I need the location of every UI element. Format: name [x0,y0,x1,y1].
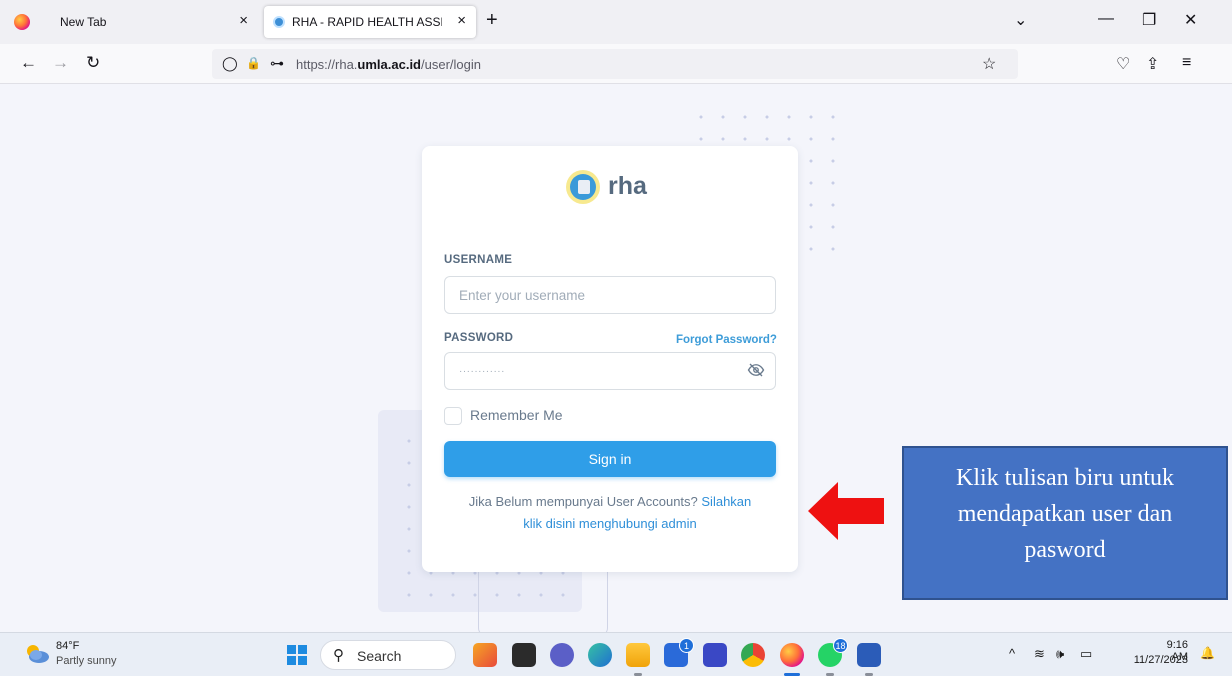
back-button[interactable]: ← [20,53,37,73]
word-app-icon[interactable] [857,643,881,667]
firefox-app-icon[interactable] [780,643,804,667]
page-content: rha USERNAME Enter your username PASSWOR… [0,84,1232,636]
key-icon[interactable]: ⊶ [270,55,284,72]
editor-app-icon[interactable] [703,643,727,667]
notifications-bell-icon[interactable]: 🔔 [1200,646,1215,660]
folder-app-icon[interactable] [626,643,650,667]
browser-tab-bar: New Tab × RHA - RAPID HEALTH ASSESSMENT … [0,0,1232,44]
url-text[interactable]: https://rha.umla.ac.id/user/login [296,57,481,72]
tab-close-icon[interactable]: × [457,12,466,29]
search-icon: ⚲ [333,647,344,664]
pocket-icon[interactable]: ♡ [1116,54,1130,74]
tab-title: New Tab [60,15,107,29]
tab-new-tab[interactable]: New Tab × [46,6,258,38]
tab-title: RHA - RAPID HEALTH ASSESSMENT [292,15,442,29]
password-value: ············ [459,366,505,377]
bookmark-star-icon[interactable]: ☆ [982,54,996,74]
register-info-text: Jika Belum mempunyai User Accounts? [468,494,698,509]
list-all-tabs-icon[interactable]: ⌄ [1014,10,1027,30]
browser-nav-bar: ← → ↻ ◯ 🔒 ⊶ https://rha.umla.ac.id/user/… [0,44,1232,84]
instruction-text: Klik tulisan biru untuk mendapatkan user… [956,465,1174,563]
extensions-icon[interactable]: ⇪ [1146,54,1159,74]
password-label: PASSWORD [444,332,514,344]
weather-temperature[interactable]: 84°F [56,640,79,652]
taskbar-search[interactable]: ⚲ Search [320,640,456,670]
menu-icon[interactable]: ≡ [1182,54,1191,72]
meet-app-icon[interactable] [550,643,574,667]
chrome-app-icon[interactable] [741,643,765,667]
instruction-note: Klik tulisan biru untuk mendapatkan user… [902,446,1228,600]
weather-description[interactable]: Partly sunny [56,655,117,667]
clock-date[interactable]: 11/27/2023 [1128,654,1188,666]
forward-button[interactable]: → [52,53,69,73]
url-bar[interactable]: ◯ 🔒 ⊶ https://rha.umla.ac.id/user/login … [212,49,1018,79]
rha-logo-icon [566,170,600,204]
wifi-icon[interactable]: ≋ [1034,646,1045,662]
password-input[interactable]: ············ [444,352,776,390]
register-info-line-1: Jika Belum mempunyai User Accounts? Sila… [422,494,798,509]
forgot-password-link[interactable]: Forgot Password? [676,334,777,346]
show-hidden-icons-chevron-icon[interactable]: ^ [1009,646,1015,661]
widgets-app-icon[interactable] [473,643,497,667]
close-window-button[interactable]: ✕ [1184,10,1197,30]
firefox-logo-icon[interactable] [14,14,30,30]
new-tab-button[interactable]: + [486,9,498,32]
register-info-line-2: klik disini menghubungi admin [422,516,798,531]
remember-me-label[interactable]: Remember Me [470,407,563,423]
contact-admin-link[interactable]: klik disini menghubungi admin [523,516,696,531]
partly-sunny-icon[interactable] [24,642,50,664]
brand-name: rha [608,172,647,200]
windows-taskbar: 84°F Partly sunny ⚲ Search 1 18 ^ ≋ � [0,632,1232,676]
contact-admin-link[interactable]: Silahkan [701,494,751,509]
tracking-shield-icon[interactable]: ◯ [222,55,238,72]
volume-icon[interactable]: 🕪 [1056,646,1064,662]
store-app-icon[interactable]: 1 [664,638,694,667]
username-input[interactable]: Enter your username [444,276,776,314]
remember-me-checkbox[interactable] [444,407,462,425]
windows-start-icon[interactable] [287,645,307,665]
minimize-button[interactable]: — [1098,10,1114,28]
rha-favicon-icon [273,16,285,28]
search-label: Search [357,648,402,664]
screen: New Tab × RHA - RAPID HEALTH ASSESSMENT … [0,0,1232,676]
tab-close-icon[interactable]: × [239,12,248,29]
edge-app-icon[interactable] [588,643,612,667]
login-card: rha USERNAME Enter your username PASSWOR… [422,146,798,572]
tab-rha[interactable]: RHA - RAPID HEALTH ASSESSMENT × [264,6,476,38]
lock-icon[interactable]: 🔒 [246,56,261,70]
battery-icon[interactable]: ▭ [1080,646,1092,662]
eye-off-icon[interactable] [747,361,765,379]
username-label: USERNAME [444,254,513,266]
sign-in-button[interactable]: Sign in [444,441,776,477]
red-arrow-left-icon [808,482,884,540]
reload-button[interactable]: ↻ [86,53,100,73]
whatsapp-app-icon[interactable]: 18 [818,638,848,667]
restore-button[interactable]: ❐ [1142,10,1156,30]
file-explorer-app-icon[interactable] [512,643,536,667]
notification-badge: 1 [679,638,694,653]
notification-badge: 18 [833,638,848,653]
username-placeholder: Enter your username [459,288,586,303]
